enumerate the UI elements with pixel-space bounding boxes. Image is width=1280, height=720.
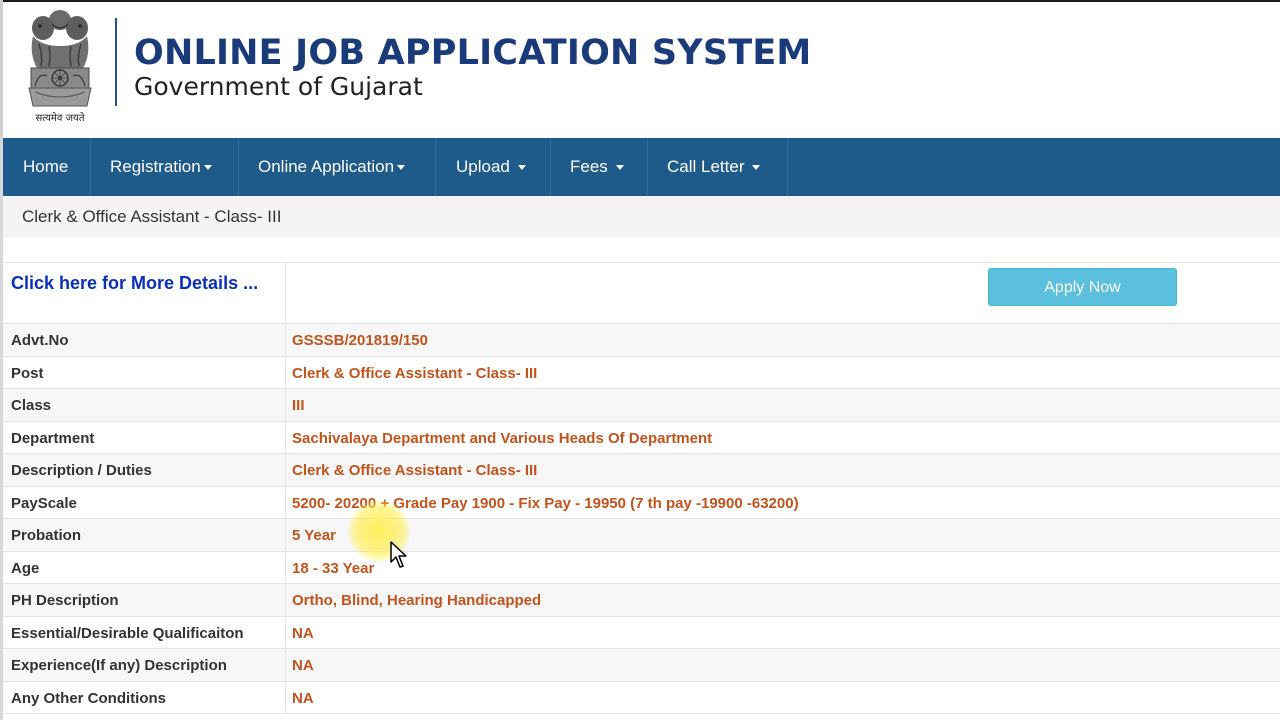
row-label: PH Description: [11, 592, 119, 609]
label-cell: Essential/Desirable Qualificaiton: [3, 616, 286, 648]
row-value: NA: [292, 689, 314, 707]
nav-registration-label: Registration: [110, 157, 201, 176]
row-label: Any Other Conditions: [11, 689, 166, 707]
row-label: Class: [11, 397, 52, 414]
page: सत्यमेव जयते ONLINE JOB APPLICATION SYST…: [0, 0, 1280, 720]
label-cell: Description / Duties: [3, 454, 286, 486]
caret-down-icon: [517, 165, 526, 171]
top-border: [3, 0, 1280, 2]
table-row: Age 18 - 33 Year: [3, 551, 1280, 584]
row-label: Advt.No: [11, 332, 69, 349]
label-cell: PayScale: [3, 486, 286, 518]
row-value: Clerk & Office Assistant - Class- III: [292, 462, 538, 479]
header-divider: [115, 18, 117, 106]
table-row-actions: Click here for More Details ... Apply No…: [3, 263, 1280, 324]
row-label: Post: [11, 364, 44, 382]
caret-down-icon: [752, 165, 761, 171]
label-cell: PH Description: [3, 584, 286, 616]
label-cell: Class: [3, 389, 286, 421]
row-value: Clerk & Office Assistant - Class- III: [292, 364, 538, 382]
row-label: Description / Duties: [11, 462, 152, 479]
row-value: Ortho, Blind, Hearing Handicapped: [292, 592, 542, 609]
table-row: Probation 5 Year: [3, 519, 1280, 552]
label-cell: Department: [3, 421, 286, 453]
label-cell: Experience(If any) Description: [3, 649, 286, 681]
row-value: 5200- 20200 + Grade Pay 1900 - Fix Pay -…: [292, 494, 799, 512]
more-details-link[interactable]: Click here for More Details ...: [11, 270, 281, 296]
site-header: सत्यमेव जयते ONLINE JOB APPLICATION SYST…: [0, 0, 1280, 138]
row-label: Experience(If any) Description: [11, 657, 227, 674]
nav-upload[interactable]: Upload: [436, 138, 551, 196]
row-value: NA: [292, 657, 314, 674]
table-row: Department Sachivalaya Department and Va…: [3, 421, 1280, 454]
table-row: PH Description Ortho, Blind, Hearing Han…: [3, 584, 1280, 617]
row-value: Sachivalaya Department and Various Heads…: [292, 429, 713, 447]
nav-online-application-label: Online Application: [258, 157, 395, 176]
row-value: 5 Year: [292, 527, 336, 544]
nav-fees-label: Fees: [570, 157, 608, 176]
nav-home[interactable]: Home: [3, 138, 91, 196]
caret-down-icon: [203, 165, 212, 171]
row-value: III: [292, 397, 305, 414]
row-value: GSSSB/201819/150: [292, 332, 428, 349]
row-label: Essential/Desirable Qualificaiton: [11, 624, 244, 642]
table-row: Experience(If any) Description NA: [3, 649, 1280, 682]
row-label: Probation: [11, 527, 81, 544]
nav-fees[interactable]: Fees: [551, 138, 648, 196]
label-cell: Any Other Conditions: [3, 681, 286, 713]
label-cell: Post: [3, 356, 286, 388]
label-cell: Advt.No: [3, 324, 286, 356]
table-row: PayScale 5200- 20200 + Grade Pay 1900 - …: [3, 486, 1280, 519]
nav-upload-label: Upload: [456, 157, 510, 176]
site-subtitle: Government of Gujarat: [134, 72, 423, 101]
label-cell: Age: [3, 551, 286, 583]
caret-down-icon: [397, 165, 406, 171]
ashoka-emblem-icon: सत्यमेव जयते: [19, 6, 101, 126]
row-label: Department: [11, 429, 95, 447]
nav-call-letter[interactable]: Call Letter: [648, 138, 788, 196]
table-row: Any Other Conditions NA: [3, 681, 1280, 714]
apply-now-button[interactable]: Apply Now: [988, 268, 1177, 306]
label-cell: Probation: [3, 519, 286, 551]
breadcrumb-text: Clerk & Office Assistant - Class- III: [22, 207, 282, 226]
table-row: Advt.No GSSSB/201819/150: [3, 324, 1280, 357]
table-row: Post Clerk & Office Assistant - Class- I…: [3, 356, 1280, 389]
row-label: Age: [11, 559, 40, 577]
label-cell: Click here for More Details ...: [3, 263, 286, 323]
breadcrumb: Clerk & Office Assistant - Class- III: [3, 196, 1280, 238]
nav-registration[interactable]: Registration: [91, 138, 239, 196]
table-row: Essential/Desirable Qualificaiton NA: [3, 616, 1280, 649]
main-navbar: Home Registration Online Application Upl…: [3, 138, 1280, 196]
row-label: PayScale: [11, 494, 77, 512]
table-row: Class III: [3, 389, 1280, 422]
table-row: Description / Duties Clerk & Office Assi…: [3, 454, 1280, 487]
row-value: 18 - 33 Year: [292, 559, 375, 577]
caret-down-icon: [615, 165, 624, 171]
nav-call-letter-label: Call Letter: [667, 157, 745, 176]
site-title: ONLINE JOB APPLICATION SYSTEM: [134, 33, 812, 73]
row-value: NA: [292, 624, 314, 642]
nav-online-application[interactable]: Online Application: [239, 138, 436, 196]
nav-home-label: Home: [23, 157, 69, 176]
job-details-table: Click here for More Details ... Apply No…: [3, 262, 1280, 714]
emblem-motto: सत्यमेव जयते: [35, 113, 85, 124]
